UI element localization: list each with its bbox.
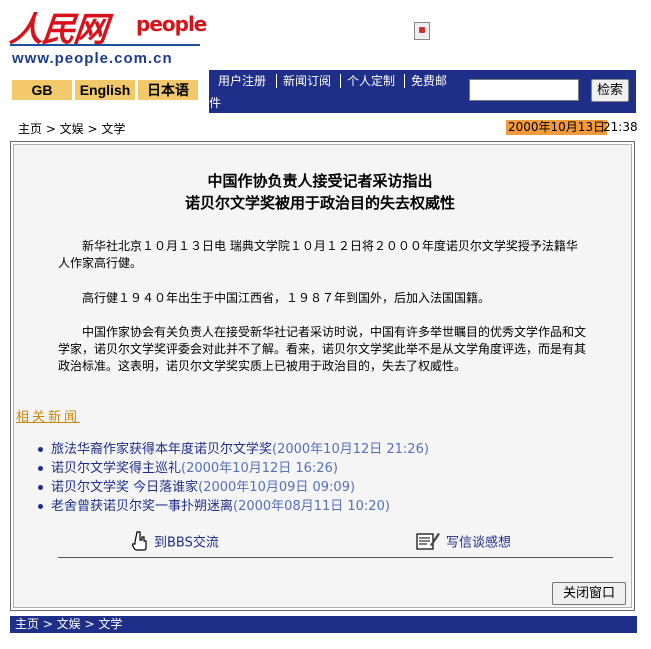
menu-divider [276, 74, 277, 88]
menu-subscribe[interactable]: 新闻订阅 [283, 72, 331, 90]
news-link[interactable]: 老舍曾获诺贝尔奖一事扑朔迷离 [51, 499, 233, 514]
article-paragraph: 新华社北京１０月１３日电 瑞典文学院１０月１２日将２０００年度诺贝尔文学奖授予法… [58, 239, 578, 270]
broken-image-icon [414, 22, 430, 40]
breadcrumb[interactable]: 主页 > 文娱 > 文学 [18, 120, 125, 137]
menu-personal[interactable]: 个人定制 [347, 72, 395, 90]
article-title-line2: 诺贝尔文学奖被用于政治目的失去权威性 [184, 194, 455, 212]
lang-english-button[interactable]: English [75, 80, 135, 100]
news-date: (2000年10月12日 21:26) [272, 442, 429, 457]
list-item[interactable]: 诺贝尔文学奖得主巡礼(2000年10月12日 16:26) [38, 460, 338, 478]
write-letter-icon [416, 531, 440, 555]
divider [58, 557, 613, 558]
news-date: (2000年10月09日 09:09) [198, 480, 356, 495]
news-link[interactable]: 诺贝尔文学奖得主巡礼 [51, 461, 181, 476]
bullet-icon [38, 504, 43, 509]
search-button[interactable]: 检索 [591, 79, 629, 102]
bbs-link-label[interactable]: 到BBS交流 [154, 536, 219, 551]
article-paragraph: 中国作家协会有关负责人在接受新华社记者采访时说，中国有许多举世瞩目的优秀文学作品… [58, 325, 587, 373]
logo-url: www.people.com.cn [12, 50, 173, 67]
related-news-heading[interactable]: 相关新闻 [16, 406, 80, 425]
list-item[interactable]: 老舍曾获诺贝尔奖一事扑朔迷离(2000年08月11日 10:20) [38, 498, 390, 516]
article-title-line1: 中国作协负责人接受记者采访指出 [207, 172, 433, 190]
bullet-icon [38, 447, 43, 452]
list-item[interactable]: 旅法华裔作家获得本年度诺贝尔文学奖(2000年10月12日 21:26) [38, 441, 429, 459]
logo-divider [10, 44, 200, 46]
logo-english: people [136, 12, 207, 36]
menu-divider [340, 74, 341, 88]
letter-link-label[interactable]: 写信谈感想 [446, 536, 511, 551]
search-input[interactable] [469, 79, 579, 101]
article-paragraph: 高行健１９４０年出生于中国江西省，１９８７年到国外，后加入法国国籍。 [82, 291, 491, 305]
bbs-link[interactable]: 到BBS交流 [131, 531, 219, 555]
time-label: 21:38 [603, 120, 638, 134]
news-date: (2000年08月11日 10:20) [233, 499, 390, 514]
bullet-icon [38, 466, 43, 471]
footer-breadcrumb[interactable]: 主页 > 文娱 > 文学 [15, 617, 122, 632]
hand-pointer-icon [131, 531, 148, 555]
lang-gb-button[interactable]: GB [12, 80, 72, 100]
menu-free-mail-wrap[interactable]: 件 [209, 95, 221, 111]
menu-free-mail[interactable]: 免费邮 [411, 72, 447, 90]
lang-japanese-button[interactable]: 日本语 [138, 80, 198, 100]
news-date: (2000年10月12日 16:26) [181, 461, 338, 476]
news-link[interactable]: 诺贝尔文学奖 今日落谁家 [51, 480, 198, 495]
news-link[interactable]: 旅法华裔作家获得本年度诺贝尔文学奖 [51, 442, 272, 457]
close-window-button[interactable]: 关闭窗口 [552, 582, 626, 605]
menu-register[interactable]: 用户注册 [218, 72, 266, 90]
letter-link[interactable]: 写信谈感想 [416, 531, 511, 555]
date-badge: 2000年10月13日 [506, 120, 608, 135]
bullet-icon [38, 485, 43, 490]
list-item[interactable]: 诺贝尔文学奖 今日落谁家(2000年10月09日 09:09) [38, 479, 355, 497]
menu-divider [404, 74, 405, 88]
